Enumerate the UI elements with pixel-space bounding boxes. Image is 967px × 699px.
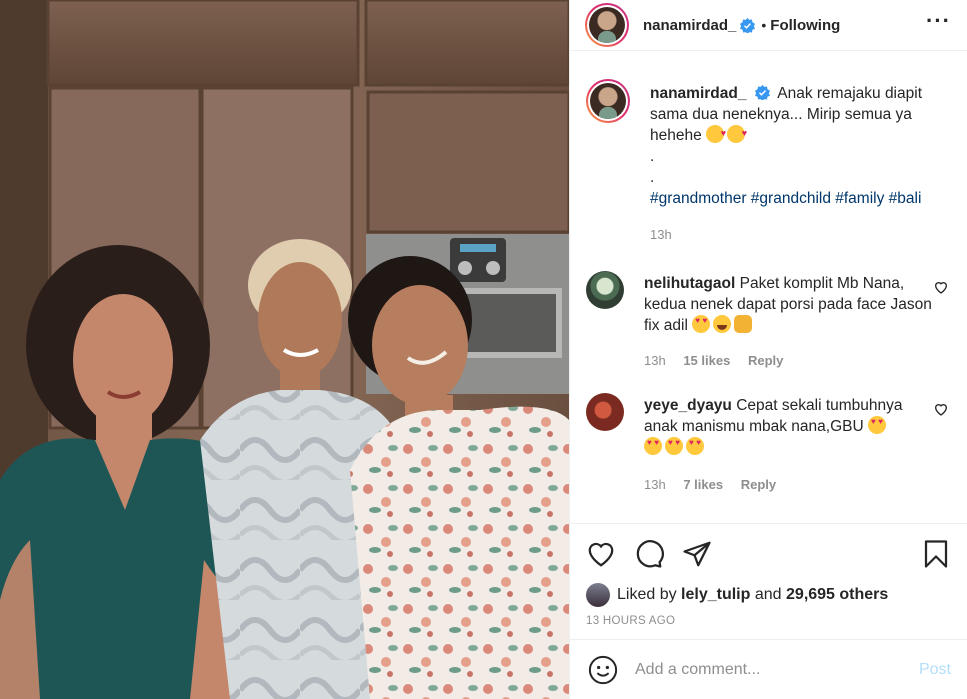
like-heart-icon[interactable]	[586, 539, 616, 569]
post-actions-area: Liked by lely_tulip and 29,695 others 13…	[570, 523, 967, 639]
comments-list[interactable]: nanamirdad_ Anak remajaku diapit sama du…	[570, 51, 967, 523]
more-dots-icon[interactable]: ···	[926, 10, 951, 34]
caption-dot: .	[650, 148, 655, 165]
post-timestamp[interactable]: 13 HOURS AGO	[586, 615, 951, 639]
caption: nanamirdad_ Anak remajaku diapit sama du…	[586, 79, 951, 245]
following-button[interactable]: Following	[770, 17, 840, 34]
post-side-panel: nanamirdad_ • Following ··· nanamirdad_	[569, 0, 967, 699]
comment-likes[interactable]: 7 likes	[683, 477, 723, 492]
action-bar	[586, 524, 951, 584]
heart-eyes-emoji-icon	[868, 416, 886, 434]
add-comment-bar: Post	[570, 639, 967, 699]
comment-input[interactable]	[635, 660, 919, 679]
comment-time[interactable]: 13h	[644, 353, 666, 368]
comment-username[interactable]: nelihutagaol	[644, 275, 735, 292]
kiss-emoji-icon	[727, 123, 747, 144]
commenter-avatar[interactable]	[586, 271, 624, 371]
likes-summary: Liked by lely_tulip and 29,695 others	[586, 583, 951, 607]
caption-dot: .	[650, 169, 655, 186]
emoji-smiley-icon[interactable]	[588, 655, 618, 685]
reply-button[interactable]: Reply	[748, 353, 783, 368]
comment-item: yeye_dyayu Cepat sekali tumbuhnya anak m…	[586, 393, 951, 495]
kiss-emoji-icon	[706, 123, 726, 144]
post-comment-button[interactable]: Post	[919, 661, 951, 679]
likes-and: and	[754, 586, 782, 603]
caption-hashtags[interactable]: #grandmother #grandchild #family #bali	[650, 188, 937, 209]
caption-username[interactable]: nanamirdad_	[650, 85, 746, 102]
post-header: nanamirdad_ • Following ···	[570, 0, 967, 51]
commenter-avatar[interactable]	[586, 393, 624, 495]
caption-time[interactable]: 13h	[650, 227, 672, 242]
heart-eyes-emoji-icon	[665, 437, 683, 455]
verified-badge-icon	[740, 17, 756, 33]
likes-others-count[interactable]: 29,695 others	[786, 586, 888, 604]
comment-item: nelihutagaol Paket komplit Mb Nana, kedu…	[586, 271, 951, 371]
like-comment-heart-icon[interactable]	[933, 279, 949, 295]
family-photo-illustration	[0, 0, 569, 699]
comment-time[interactable]: 13h	[644, 477, 666, 492]
comment-username[interactable]: yeye_dyayu	[644, 397, 732, 414]
author-username[interactable]: nanamirdad_	[643, 17, 736, 34]
heart-eyes-emoji-icon	[644, 437, 662, 455]
raised-hands-emoji-icon	[734, 315, 753, 333]
heart-eyes-emoji-icon	[686, 437, 704, 455]
comment-bubble-icon[interactable]	[634, 539, 664, 569]
heart-eyes-emoji-icon	[692, 315, 711, 333]
author-avatar[interactable]	[585, 3, 629, 47]
liker-username[interactable]: lely_tulip	[681, 586, 750, 604]
caption-avatar[interactable]	[586, 79, 630, 245]
liker-avatar[interactable]	[586, 583, 610, 607]
like-comment-heart-icon[interactable]	[933, 401, 949, 417]
verified-badge-icon	[754, 85, 770, 100]
save-bookmark-icon[interactable]	[921, 539, 951, 569]
liked-by-prefix: Liked by	[617, 586, 677, 603]
comment-likes[interactable]: 15 likes	[683, 353, 730, 368]
post-photo[interactable]	[0, 0, 569, 699]
share-paper-plane-icon[interactable]	[682, 539, 712, 569]
reply-button[interactable]: Reply	[741, 477, 776, 492]
instagram-post: nanamirdad_ • Following ··· nanamirdad_	[0, 0, 967, 699]
laughing-emoji-icon	[713, 315, 732, 333]
separator-dot: •	[761, 17, 767, 33]
